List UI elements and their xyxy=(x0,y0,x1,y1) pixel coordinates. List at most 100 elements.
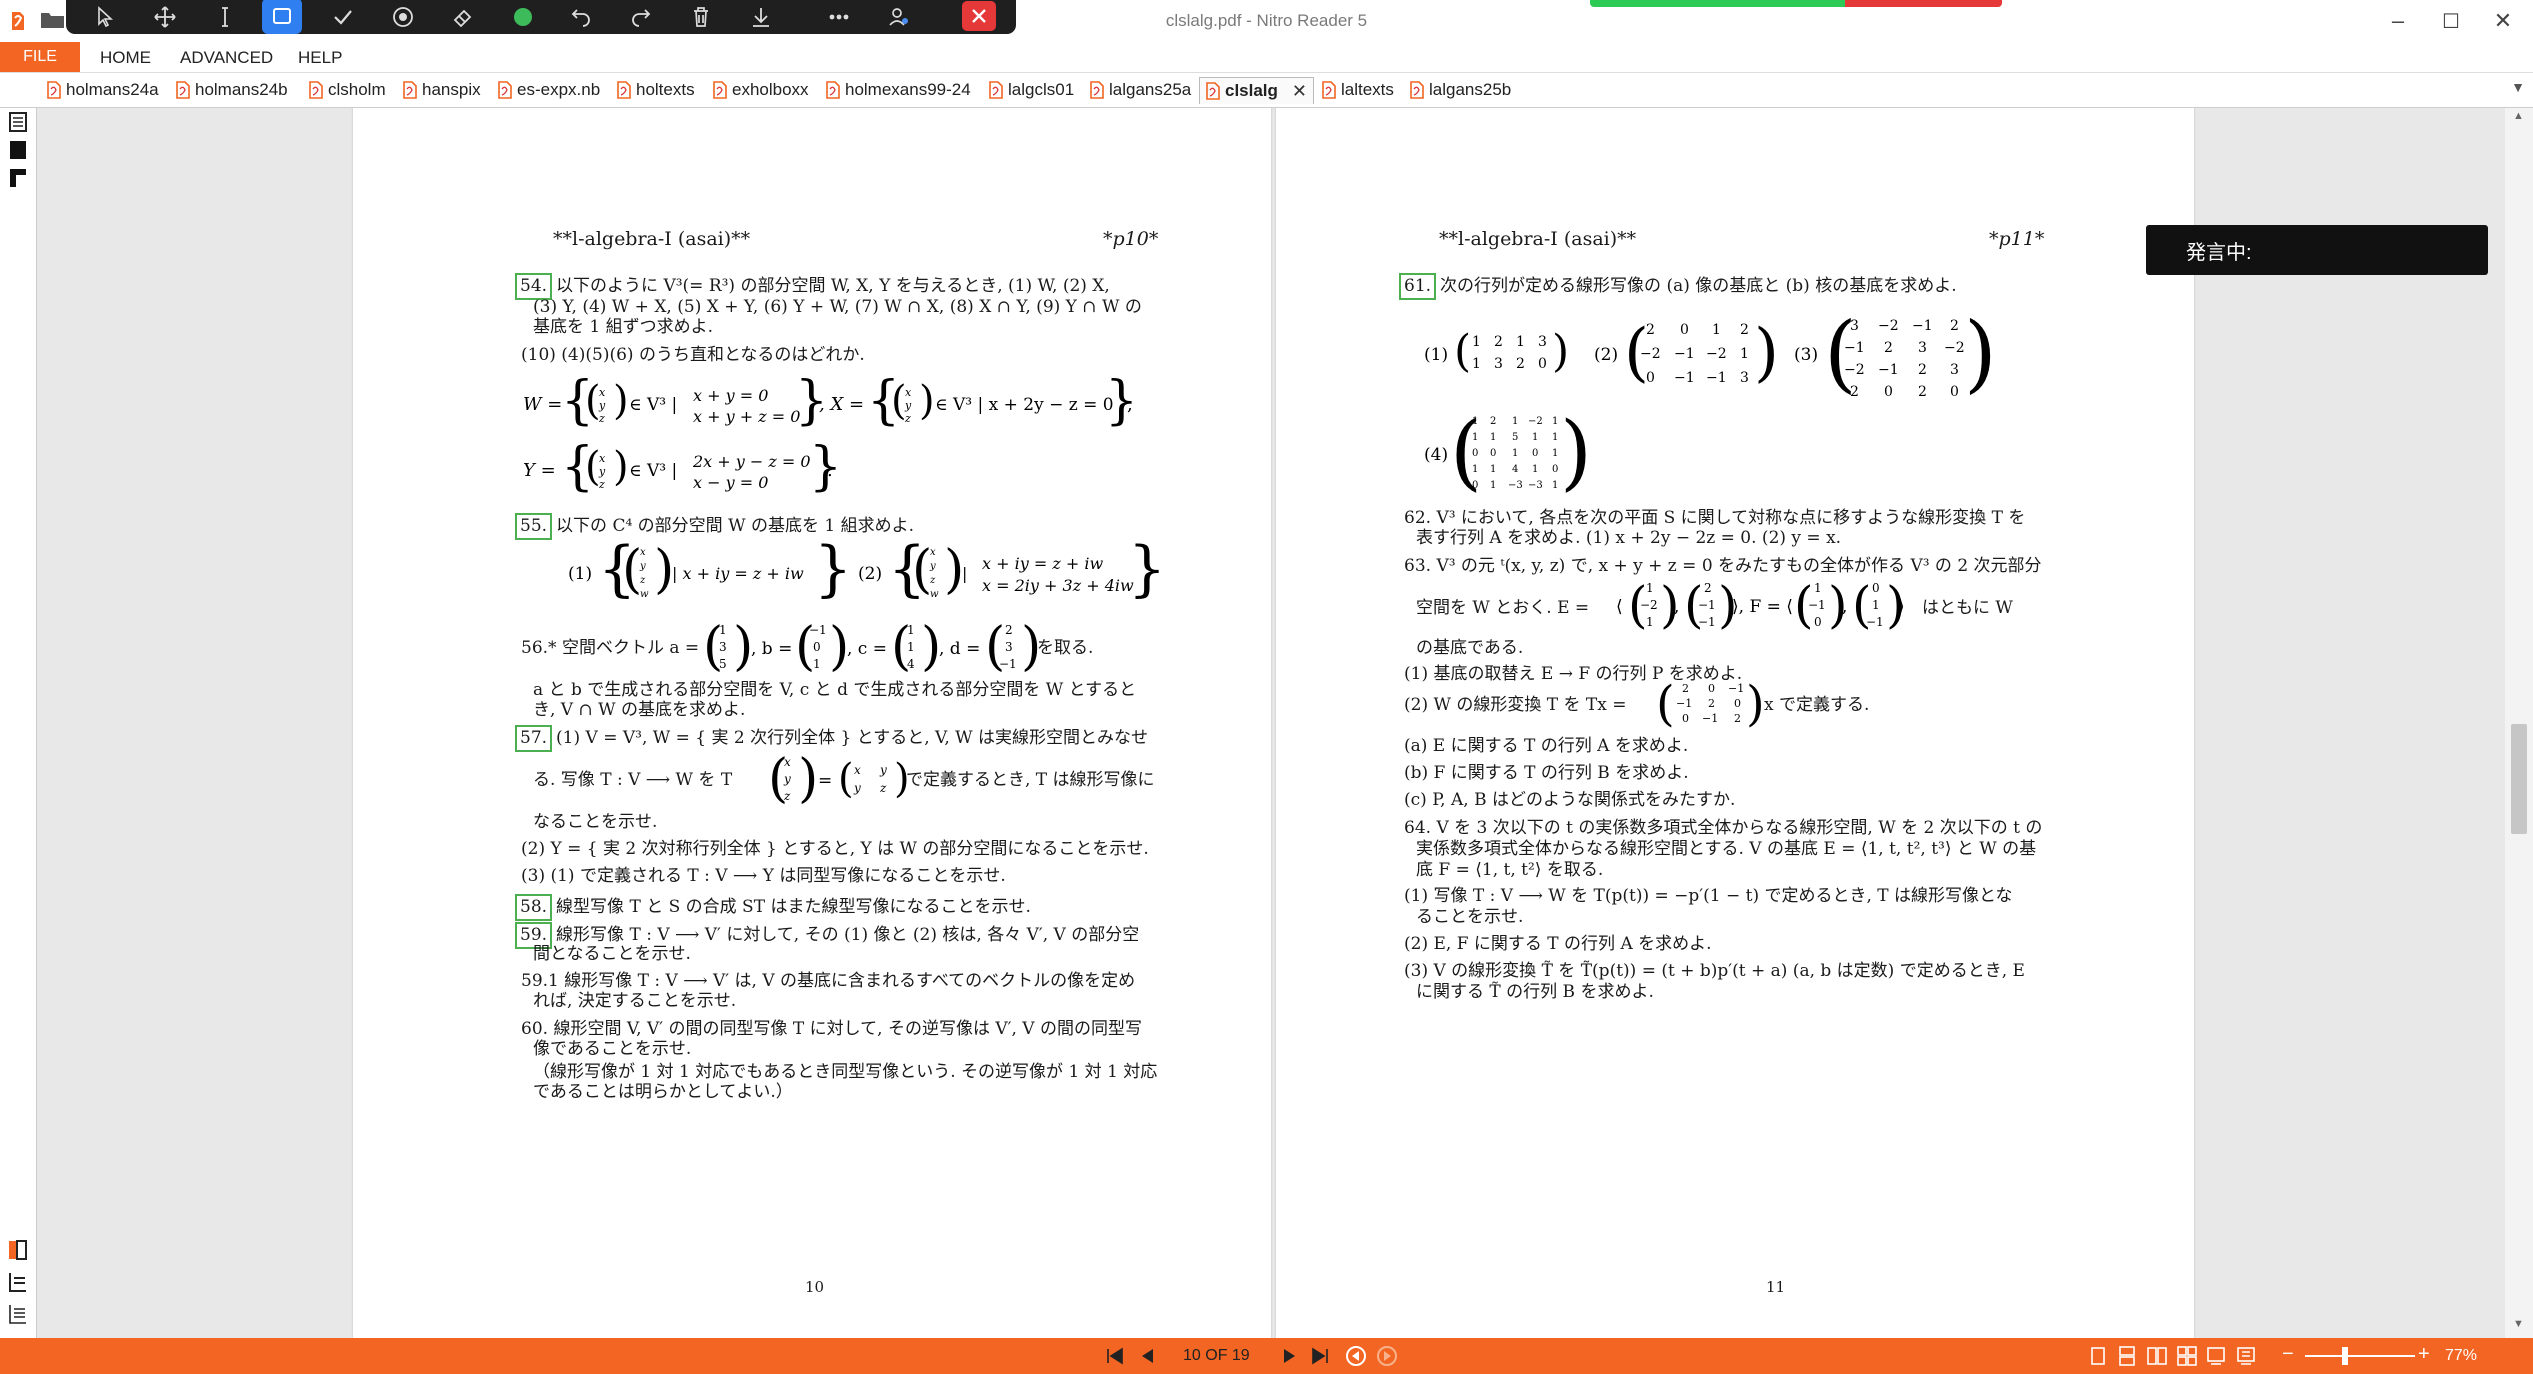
bookmarks-icon[interactable] xyxy=(7,138,29,162)
facing-view-icon[interactable] xyxy=(2144,1344,2170,1368)
page-number: 11 xyxy=(1766,1278,1786,1296)
problem-57-line4: (2) Y = { 実 2 次対称行列全体 } とすると, Y は W の部分空… xyxy=(521,839,1149,859)
ribbon-menu: FILE HOME ADVANCED HELP xyxy=(0,42,2533,73)
more-icon[interactable] xyxy=(820,0,858,34)
svg-text:0: 0 xyxy=(1680,322,1689,338)
record-icon[interactable] xyxy=(384,0,422,34)
tab-clsholm[interactable]: clsholm xyxy=(309,77,386,103)
text-cursor-icon[interactable] xyxy=(206,0,244,34)
page-indicator[interactable]: 10 OF 19 xyxy=(1183,1347,1250,1365)
first-page-icon[interactable] xyxy=(1102,1344,1128,1368)
comments-icon[interactable] xyxy=(7,1238,29,1262)
download-icon[interactable] xyxy=(742,0,780,34)
svg-text:1: 1 xyxy=(1472,432,1478,443)
page-number: 10 xyxy=(805,1278,825,1296)
problem-60-line2: 像であることを示せ. xyxy=(533,1039,692,1059)
pages-icon[interactable] xyxy=(7,110,29,134)
svg-text:.: . xyxy=(827,460,833,481)
annotation-toolbar xyxy=(66,0,1016,34)
svg-text:(2): (2) xyxy=(1594,345,1618,365)
svg-text:3: 3 xyxy=(1005,640,1013,654)
chevron-down-icon[interactable]: ▼ xyxy=(2511,79,2525,95)
svg-text:3: 3 xyxy=(1918,340,1927,356)
rectangle-icon[interactable] xyxy=(262,0,302,34)
svg-text:x − y = 0: x − y = 0 xyxy=(693,473,768,492)
zoom-slider-thumb[interactable] xyxy=(2342,1347,2348,1365)
svg-text:): ) xyxy=(1754,316,1779,390)
previous-page-icon[interactable] xyxy=(1134,1344,1160,1368)
fit-page-icon[interactable] xyxy=(2233,1344,2259,1368)
minimize-button[interactable]: – xyxy=(2375,4,2421,38)
problem-62-line2: 表す行列 A を求めよ. (1) x + 2y − 2z = 0. (2) y … xyxy=(1416,528,1842,548)
menu-help[interactable]: HELP xyxy=(298,48,342,68)
tab-hanspix[interactable]: hanspix xyxy=(403,77,481,103)
green-dot-icon[interactable] xyxy=(504,0,542,34)
svg-text:1: 1 xyxy=(1552,480,1558,491)
next-page-icon[interactable] xyxy=(1277,1344,1303,1368)
close-icon[interactable] xyxy=(962,1,996,31)
close-window-button[interactable]: ✕ xyxy=(2480,4,2526,38)
pdf-page-11: **l-algebra-I (asai)** *p11* 61. 次の行列が定める… xyxy=(1276,108,2194,1338)
svg-text:y: y xyxy=(904,399,912,412)
tab-lalgans25b[interactable]: lalgans25b xyxy=(1410,77,1511,103)
fit-width-icon[interactable] xyxy=(2203,1344,2229,1368)
scroll-up-icon[interactable]: ▲ xyxy=(2513,110,2524,122)
back-view-icon[interactable] xyxy=(1343,1344,1369,1368)
scrollbar-thumb[interactable] xyxy=(2511,724,2527,834)
tab-clslalg[interactable]: clslalg ✕ xyxy=(1199,77,1315,104)
tab-holmans24a[interactable]: holmans24a xyxy=(47,77,159,103)
trash-icon[interactable] xyxy=(682,0,720,34)
problem-63-tail: はともに W xyxy=(1922,598,2013,618)
continuous-view-icon[interactable] xyxy=(2114,1344,2140,1368)
svg-text:−1: −1 xyxy=(1808,598,1826,612)
tab-holtexts[interactable]: holtexts xyxy=(617,77,695,103)
tab-es-expx[interactable]: es-expx.nb xyxy=(498,77,600,103)
last-page-icon[interactable] xyxy=(1307,1344,1333,1368)
redo-icon[interactable] xyxy=(622,0,660,34)
attachments-icon[interactable] xyxy=(7,166,29,190)
check-icon[interactable] xyxy=(324,0,362,34)
zoom-slider[interactable] xyxy=(2305,1355,2415,1357)
facing-continuous-icon[interactable] xyxy=(2174,1344,2200,1368)
file-menu[interactable]: FILE xyxy=(0,42,80,72)
maximize-button[interactable]: ☐ xyxy=(2428,4,2474,38)
progress-green xyxy=(1590,0,1845,7)
zoom-level[interactable]: 77% xyxy=(2445,1347,2477,1365)
menu-home[interactable]: HOME xyxy=(100,48,151,68)
tab-lalgcls01[interactable]: lalgcls01 xyxy=(989,77,1074,103)
document-view[interactable]: **l-algebra-I (asai)** *p10* 54. 以下のように V… xyxy=(37,108,2505,1338)
tab-label: holmans24a xyxy=(66,80,159,99)
move-icon[interactable] xyxy=(146,0,184,34)
forward-view-icon[interactable] xyxy=(1374,1344,1400,1368)
zoom-in-button[interactable]: + xyxy=(2418,1343,2430,1366)
svg-text:3: 3 xyxy=(1850,318,1859,334)
tab-laltexts[interactable]: laltexts xyxy=(1322,77,1394,103)
svg-text:⟨: ⟨ xyxy=(1616,597,1623,617)
problem-64-line7: (3) V の線形変換 T̃ を T̃(p(t)) = (t + b)p′(t … xyxy=(1404,961,2025,981)
svg-text:4: 4 xyxy=(1512,464,1518,475)
tab-lalgans25a[interactable]: lalgans25a xyxy=(1090,77,1191,103)
output-icon[interactable] xyxy=(7,1270,29,1294)
tab-holmans24b[interactable]: holmans24b xyxy=(176,77,288,103)
zoom-out-button[interactable]: − xyxy=(2282,1343,2294,1366)
user-icon[interactable] xyxy=(880,0,918,34)
pdf-file-icon xyxy=(1090,81,1104,99)
svg-text:0: 0 xyxy=(1646,370,1655,386)
svg-text:(: ( xyxy=(838,756,854,802)
svg-text:): ) xyxy=(613,444,629,490)
problem-54-line4: (10) (4)(5)(6) のうち直和となるのはどれか. xyxy=(521,345,865,365)
problem-text: 線形写像 T : V ⟶ V′ に対して, その (1) 像と (2) 核は, … xyxy=(556,925,1140,945)
menu-advanced[interactable]: ADVANCED xyxy=(180,48,273,68)
tab-exholboxx[interactable]: exholboxx xyxy=(713,77,809,103)
scroll-down-icon[interactable]: ▼ xyxy=(2513,1318,2524,1330)
tab-holmexans99-24[interactable]: holmexans99-24 xyxy=(826,77,971,103)
problem-number: 57. xyxy=(515,725,553,752)
eraser-icon[interactable] xyxy=(444,0,482,34)
tab-close-button[interactable]: ✕ xyxy=(1292,81,1307,102)
svg-text:, X =: , X = xyxy=(819,394,864,415)
vertical-scrollbar[interactable]: ▲ ▼ xyxy=(2505,108,2533,1338)
layers-icon[interactable] xyxy=(7,1302,29,1326)
pointer-icon[interactable] xyxy=(86,0,124,34)
undo-icon[interactable] xyxy=(562,0,600,34)
single-page-view-icon[interactable] xyxy=(2085,1344,2111,1368)
